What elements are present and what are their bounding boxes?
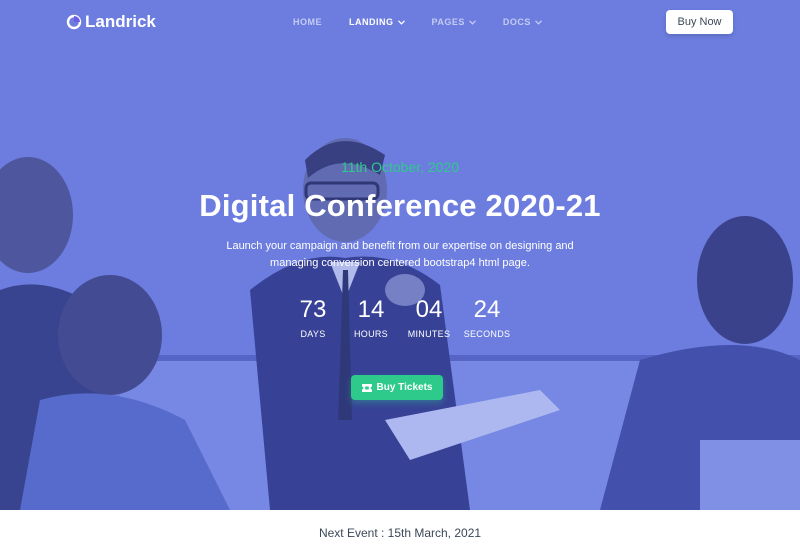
nav-item-label: DOCS [502,17,531,27]
nav-item-pages[interactable]: PAGES [432,17,476,27]
buy-tickets-label: Buy Tickets [376,382,433,393]
countdown-seconds: 24 SECONDS [458,296,516,339]
countdown-label: MINUTES [407,329,451,339]
nav-item-landing[interactable]: LANDING [349,17,405,27]
countdown-value: 04 [415,296,443,323]
hero-subtitle-line: Launch your campaign and benefit from ou… [226,240,574,252]
nav-item-home[interactable]: HOME [293,17,322,27]
countdown-label: HOURS [353,329,388,339]
hero-title: Digital Conference 2020-21 [199,188,601,223]
buy-now-button[interactable]: Buy Now [666,10,733,34]
nav-menu: HOME LANDING PAGES DOCS [293,17,569,27]
hero-subtitle: Launch your campaign and benefit from ou… [200,238,600,272]
nav-item-label: LANDING [349,17,394,27]
chevron-down-icon [468,19,476,25]
buy-tickets-button[interactable]: Buy Tickets [351,375,443,400]
countdown-value: 24 [473,296,501,323]
brand-logo[interactable]: Landrick [66,12,156,32]
countdown-label: SECONDS [463,329,511,339]
countdown-days: 73 DAYS [284,296,342,339]
navbar: Landrick HOME LANDING PAGES DOCS Buy Now [0,0,800,46]
brand-name: Landrick [85,12,156,31]
ticket-icon [361,383,372,392]
chevron-down-icon [397,19,405,25]
nav-item-docs[interactable]: DOCS [503,17,542,27]
countdown-value: 14 [357,296,385,323]
countdown-timer: 73 DAYS 14 HOURS 04 MINUTES 24 SECONDS [0,296,800,339]
chevron-down-icon [534,19,542,25]
hero-subtitle-line: managing conversion centered bootstrap4 … [270,257,530,269]
countdown-minutes: 04 MINUTES [400,296,458,339]
countdown-hours: 14 HOURS [342,296,400,339]
hero-section: Landrick HOME LANDING PAGES DOCS Buy Now… [0,0,800,510]
landrick-logo-icon [66,14,82,30]
event-date: 11th October, 2020 [340,159,460,175]
next-event-text: Next Event : 15th March, 2021 [318,526,482,540]
nav-item-label: PAGES [431,17,465,27]
countdown-label: DAYS [300,329,326,339]
countdown-value: 73 [299,296,327,323]
nav-item-label: HOME [293,17,322,27]
